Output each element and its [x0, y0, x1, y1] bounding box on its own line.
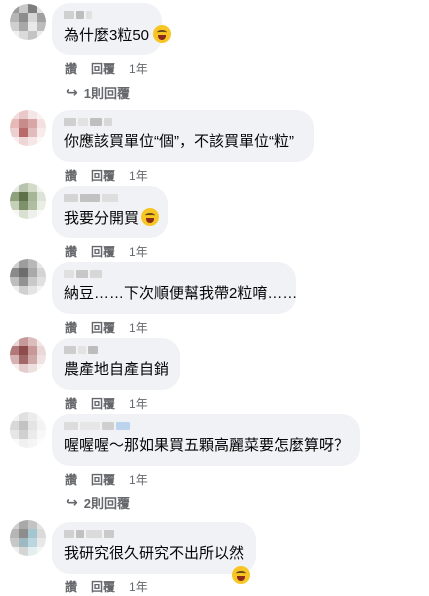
author-name[interactable]	[64, 344, 168, 356]
view-replies[interactable]: ↪ 2則回覆	[66, 493, 130, 512]
author-name[interactable]	[64, 9, 150, 21]
comment-actions: 讚 回覆 1年	[65, 471, 148, 488]
comment-text: 我研究很久研究不出所以然	[64, 545, 245, 562]
author-name[interactable]	[64, 268, 284, 280]
author-name[interactable]	[64, 420, 348, 432]
comment-bubble: 為什麼3粒50	[52, 3, 172, 55]
comment-bubble: 農產地自產自銷	[52, 338, 180, 390]
reply-button[interactable]: 回覆	[91, 60, 115, 77]
avatar[interactable]	[10, 520, 46, 556]
comment-text: 喔喔喔～那如果買五顆高麗菜要怎麼算呀？	[64, 437, 350, 454]
comment-bubble: 我要分開買	[52, 186, 168, 238]
author-name[interactable]	[64, 528, 244, 540]
timestamp[interactable]: 1年	[129, 167, 148, 184]
reply-button[interactable]: 回覆	[91, 243, 115, 260]
like-button[interactable]: 讚	[65, 578, 77, 595]
comment-bubble: 我研究很久研究不出所以然	[52, 522, 256, 574]
like-button[interactable]: 讚	[65, 60, 77, 77]
timestamp[interactable]: 1年	[129, 471, 148, 488]
comment-actions: 讚 回覆 1年	[65, 319, 148, 336]
grinning-squint-emoji	[153, 25, 172, 43]
comment-actions: 讚 回覆 1年	[65, 167, 148, 184]
reply-button[interactable]: 回覆	[91, 319, 115, 336]
view-replies[interactable]: ↪ 1則回覆	[66, 83, 130, 102]
comment-actions: 讚 回覆 1年	[65, 243, 148, 260]
author-name[interactable]	[64, 192, 156, 204]
comment-bubble: 納豆……下次順便幫我帶2粒唷……	[52, 262, 298, 314]
comment-text: 農產地自產自銷	[64, 361, 170, 378]
comment-text: 你應該買單位“個”，不該買單位“粒”	[64, 133, 294, 150]
timestamp[interactable]: 1年	[129, 578, 148, 595]
avatar[interactable]	[10, 337, 46, 373]
comment-text: 我要分開買	[64, 208, 160, 229]
reply-button[interactable]: 回覆	[91, 395, 115, 412]
timestamp[interactable]: 1年	[129, 243, 148, 260]
comment-bubble: 喔喔喔～那如果買五顆高麗菜要怎麼算呀？	[52, 414, 360, 466]
reply-arrow-icon: ↪	[66, 494, 78, 510]
reply-button[interactable]: 回覆	[91, 167, 115, 184]
like-button[interactable]: 讚	[65, 243, 77, 260]
author-name[interactable]	[64, 116, 302, 128]
comment-text: 為什麼3粒50	[64, 25, 172, 46]
like-button[interactable]: 讚	[65, 167, 77, 184]
reply-arrow-icon: ↪	[66, 84, 78, 100]
avatar[interactable]	[10, 183, 46, 219]
avatar[interactable]	[10, 4, 46, 40]
avatar[interactable]	[10, 110, 46, 146]
comment-text: 納豆……下次順便幫我帶2粒唷……	[64, 285, 298, 302]
reply-button[interactable]: 回覆	[91, 471, 115, 488]
grinning-squint-emoji	[232, 566, 250, 584]
like-button[interactable]: 讚	[65, 395, 77, 412]
like-button[interactable]: 讚	[65, 471, 77, 488]
comment-bubble: 你應該買單位“個”，不該買單位“粒”	[52, 110, 314, 162]
reply-button[interactable]: 回覆	[91, 578, 115, 595]
timestamp[interactable]: 1年	[129, 395, 148, 412]
rolling-laugh-emoji	[141, 208, 160, 226]
timestamp[interactable]: 1年	[129, 60, 148, 77]
timestamp[interactable]: 1年	[129, 319, 148, 336]
avatar[interactable]	[10, 259, 46, 295]
like-button[interactable]: 讚	[65, 319, 77, 336]
avatar[interactable]	[10, 412, 46, 448]
comment-actions: 讚 回覆 1年	[65, 60, 148, 77]
comment-actions: 讚 回覆 1年	[65, 395, 148, 412]
comment-actions: 讚 回覆 1年	[65, 578, 148, 595]
